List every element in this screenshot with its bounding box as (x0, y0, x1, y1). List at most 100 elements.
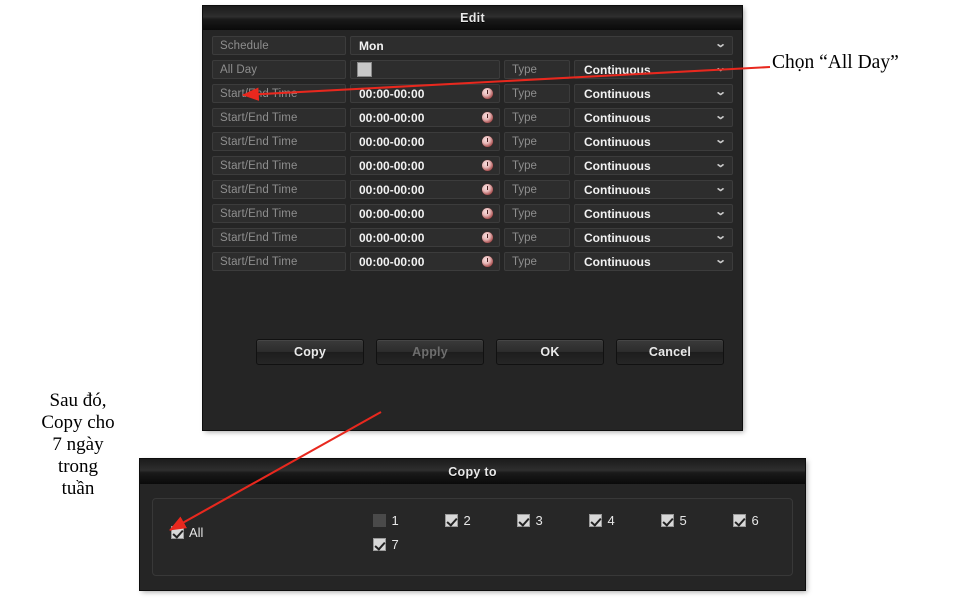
time-row-type-dropdown[interactable]: Continuous ⌄ (574, 84, 733, 103)
time-row-type-dropdown[interactable]: Continuous ⌄ (574, 252, 733, 271)
time-row-left: Start/End Time 00:00-00:00 (212, 180, 500, 199)
checkbox-day-1[interactable]: 1 (373, 513, 445, 528)
chevron-down-icon: ⌄ (714, 206, 727, 218)
time-row-type-dropdown[interactable]: Continuous ⌄ (574, 228, 733, 247)
time-row-type-block: Type Continuous ⌄ (504, 132, 733, 151)
time-row-label: Start/End Time (212, 228, 346, 247)
clock-icon[interactable] (482, 208, 493, 219)
ok-button[interactable]: OK (496, 339, 604, 365)
chevron-down-icon: ⌄ (714, 254, 727, 266)
checkbox-day-4-box[interactable] (589, 514, 603, 527)
time-row-type-block: Type Continuous ⌄ (504, 204, 733, 223)
time-row-label: Start/End Time (212, 180, 346, 199)
copy-to-title: Copy to (448, 464, 497, 479)
checkbox-day-6[interactable]: 6 (733, 513, 805, 528)
checkbox-day-2-label: 2 (463, 513, 471, 528)
cancel-button[interactable]: Cancel (616, 339, 724, 365)
clock-icon[interactable] (482, 184, 493, 195)
checkbox-day-6-box[interactable] (733, 514, 747, 527)
all-day-checkbox-cell[interactable] (350, 60, 500, 79)
time-row-type-block: Type Continuous ⌄ (504, 108, 733, 127)
chevron-down-icon: ⌄ (714, 182, 727, 194)
time-row-value: 00:00-00:00 (359, 86, 425, 101)
checkbox-day-3[interactable]: 3 (517, 513, 589, 528)
annotation-copy: Sau đó, Copy cho 7 ngày trong tuần (41, 390, 115, 499)
time-row: Start/End Time 00:00-00:00 Type Continuous ⌄ (212, 131, 733, 152)
chevron-down-icon: ⌄ (714, 158, 727, 170)
all-day-type-dropdown[interactable]: Continuous ⌄ (574, 60, 733, 79)
checkbox-all-box[interactable] (171, 526, 184, 539)
time-row-type-dropdown[interactable]: Continuous ⌄ (574, 108, 733, 127)
clock-icon[interactable] (482, 112, 493, 123)
checkbox-day-5-box[interactable] (661, 514, 675, 527)
clock-icon[interactable] (482, 136, 493, 147)
clock-icon[interactable] (482, 256, 493, 267)
checkbox-day-4[interactable]: 4 (589, 513, 661, 528)
checkbox-day-1-box[interactable] (373, 514, 387, 527)
checkbox-all[interactable]: All (171, 513, 203, 552)
chevron-down-icon: ⌄ (714, 62, 727, 74)
time-row-value-field[interactable]: 00:00-00:00 (350, 156, 500, 175)
time-row-type-dropdown[interactable]: Continuous ⌄ (574, 204, 733, 223)
time-row-type-dropdown[interactable]: Continuous ⌄ (574, 132, 733, 151)
time-row-type-dropdown[interactable]: Continuous ⌄ (574, 180, 733, 199)
apply-button[interactable]: Apply (376, 339, 484, 365)
schedule-row: Schedule Mon ⌄ (212, 35, 733, 56)
time-row-value-field[interactable]: 00:00-00:00 (350, 204, 500, 223)
checkbox-day-4-label: 4 (607, 513, 615, 528)
day-checkbox-row-1: 1 2 3 4 5 6 (373, 513, 805, 528)
time-row-value-field[interactable]: 00:00-00:00 (350, 132, 500, 151)
time-row-value: 00:00-00:00 (359, 254, 425, 269)
time-row-value: 00:00-00:00 (359, 206, 425, 221)
clock-icon[interactable] (482, 232, 493, 243)
time-row-value-field[interactable]: 00:00-00:00 (350, 108, 500, 127)
time-row-type-block: Type Continuous ⌄ (504, 84, 733, 103)
time-row-type-value: Continuous (584, 86, 651, 101)
checkbox-day-3-box[interactable] (517, 514, 531, 527)
edit-dialog-titlebar: Edit (203, 6, 742, 30)
time-row-value: 00:00-00:00 (359, 230, 425, 245)
dialog-spacer (212, 275, 733, 333)
time-row-type-value: Continuous (584, 182, 651, 197)
copy-to-titlebar: Copy to (140, 459, 805, 484)
time-row-type-value: Continuous (584, 158, 651, 173)
time-row-value-field[interactable]: 00:00-00:00 (350, 228, 500, 247)
time-row-label: Start/End Time (212, 156, 346, 175)
checkbox-day-5[interactable]: 5 (661, 513, 733, 528)
time-row-type-label: Type (504, 84, 570, 103)
clock-icon[interactable] (482, 88, 493, 99)
time-row-left: Start/End Time 00:00-00:00 (212, 204, 500, 223)
schedule-dropdown[interactable]: Mon ⌄ (350, 36, 733, 55)
time-row-value-field[interactable]: 00:00-00:00 (350, 180, 500, 199)
time-row: Start/End Time 00:00-00:00 Type Continuous ⌄ (212, 107, 733, 128)
time-row-left: Start/End Time 00:00-00:00 (212, 228, 500, 247)
time-row-type-dropdown[interactable]: Continuous ⌄ (574, 156, 733, 175)
time-row-label: Start/End Time (212, 84, 346, 103)
time-row-value: 00:00-00:00 (359, 134, 425, 149)
time-row-left: Start/End Time 00:00-00:00 (212, 252, 500, 271)
checkbox-day-2-box[interactable] (445, 514, 459, 527)
time-row-type-block: Type Continuous ⌄ (504, 252, 733, 271)
all-day-checkbox[interactable] (357, 62, 372, 77)
checkbox-all-label: All (189, 525, 204, 540)
checkbox-day-7[interactable]: 7 (373, 537, 445, 552)
time-row-value-field[interactable]: 00:00-00:00 (350, 252, 500, 271)
checkbox-day-3-label: 3 (535, 513, 543, 528)
time-row: Start/End Time 00:00-00:00 Type Continuous ⌄ (212, 227, 733, 248)
time-row-left: Start/End Time 00:00-00:00 (212, 156, 500, 175)
time-row-type-value: Continuous (584, 206, 651, 221)
time-row: Start/End Time 00:00-00:00 Type Continuous ⌄ (212, 179, 733, 200)
time-row-label: Start/End Time (212, 204, 346, 223)
all-day-label: All Day (212, 60, 346, 79)
clock-icon[interactable] (482, 160, 493, 171)
checkbox-day-2[interactable]: 2 (445, 513, 517, 528)
time-rows-list: Start/End Time 00:00-00:00 Type Continuous ⌄… (212, 83, 733, 272)
checkbox-day-7-box[interactable] (373, 538, 387, 551)
copy-button[interactable]: Copy (256, 339, 364, 365)
edit-dialog-title: Edit (460, 11, 485, 25)
time-row-left: Start/End Time 00:00-00:00 (212, 108, 500, 127)
time-row-value-field[interactable]: 00:00-00:00 (350, 84, 500, 103)
time-row-type-value: Continuous (584, 110, 651, 125)
copy-to-inner: All 1 2 3 4 5 6 7 (153, 499, 792, 552)
copy-to-dialog: Copy to All 1 2 3 4 5 6 7 (140, 459, 805, 590)
